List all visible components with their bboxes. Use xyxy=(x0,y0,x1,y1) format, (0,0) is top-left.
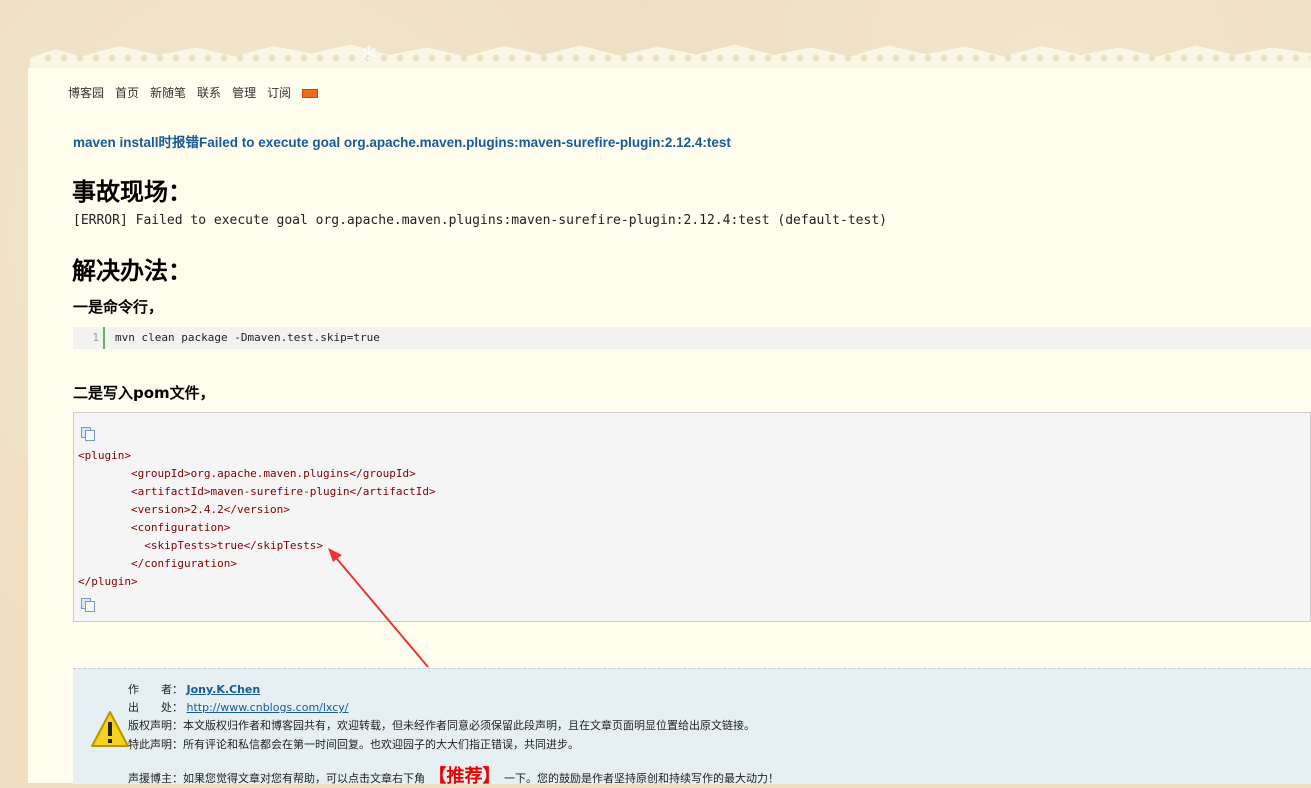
source-label: 出 处： xyxy=(128,701,183,714)
paper-decoration xyxy=(40,52,1310,64)
nav-item-contact[interactable]: 联系 xyxy=(197,84,221,101)
support-row: 声援博主：如果您觉得文章对您有帮助，可以点击文章右下角 【推荐】 一下。您的鼓励… xyxy=(128,762,779,788)
post-title[interactable]: maven install时报错Failed to execute goal o… xyxy=(73,131,731,151)
support-text-end: 一下。您的鼓励是作者坚持原创和持续写作的最大动力！ xyxy=(504,772,779,785)
nav-item-subscribe[interactable]: 订阅 xyxy=(267,84,291,101)
annotation-arrow-icon xyxy=(328,548,429,668)
author-row: 作 者： Jony.K.Chen xyxy=(128,681,260,697)
source-link[interactable]: http://www.cnblogs.com/lxcy/ xyxy=(187,701,349,714)
copy-code-icon[interactable] xyxy=(81,598,95,612)
error-message: [ERROR] Failed to execute goal org.apach… xyxy=(73,213,887,228)
code-line: <groupId>org.apache.maven.plugins</group… xyxy=(78,467,416,480)
command-code-block: 1 mvn clean package -Dmaven.test.skip=tr… xyxy=(73,327,1311,349)
copyright-statement: 版权声明：本文版权归作者和博客园共有，欢迎转载，但未经作者同意必须保留此段声明，… xyxy=(128,719,755,732)
copy-code-icon[interactable] xyxy=(81,427,95,441)
code-line: </configuration> xyxy=(78,557,237,570)
code-line: </plugin> xyxy=(78,575,138,588)
nav-item-admin[interactable]: 管理 xyxy=(232,84,256,101)
comment-notice: 特此声明：所有评论和私信都会在第一时间回复。也欢迎园子的大大们指正错误，共同进步… xyxy=(128,738,579,751)
author-label: 作 者： xyxy=(128,683,183,696)
line-number: 1 xyxy=(73,327,105,349)
source-row: 出 处： http://www.cnblogs.com/lxcy/ xyxy=(128,699,349,715)
code-line: <plugin> xyxy=(78,449,131,462)
support-text: 声援博主：如果您觉得文章对您有帮助，可以点击文章右下角 xyxy=(128,772,425,785)
recommend-text: 【推荐】 xyxy=(428,766,501,787)
code-line: <artifactId>maven-surefire-plugin</artif… xyxy=(78,485,436,498)
rss-icon[interactable] xyxy=(302,89,319,98)
pom-code-block: <plugin> <groupId>org.apache.maven.plugi… xyxy=(73,412,1311,622)
blog-nav: 博客园 首页 新随笔 联系 管理 订阅 xyxy=(68,84,319,101)
method1-heading: 一是命令行， xyxy=(73,298,164,316)
author-link[interactable]: Jony.K.Chen xyxy=(187,683,261,696)
warning-icon xyxy=(91,711,129,747)
command-text: mvn clean package -Dmaven.test.skip=true xyxy=(115,331,380,344)
section-heading-incident: 事故现场： xyxy=(72,178,192,206)
nav-item-new-post[interactable]: 新随笔 xyxy=(150,84,186,101)
code-line: <skipTests>true</skipTests> xyxy=(78,539,324,552)
snowflake-icon: ❄ xyxy=(360,42,379,67)
code-line: <version>2.4.2</version> xyxy=(78,503,290,516)
nav-item-cnblogs[interactable]: 博客园 xyxy=(68,84,104,101)
nav-item-home[interactable]: 首页 xyxy=(115,84,139,101)
section-heading-solution: 解决办法： xyxy=(72,257,192,285)
method2-heading: 二是写入pom文件， xyxy=(73,384,215,402)
code-line: <configuration> xyxy=(78,521,231,534)
